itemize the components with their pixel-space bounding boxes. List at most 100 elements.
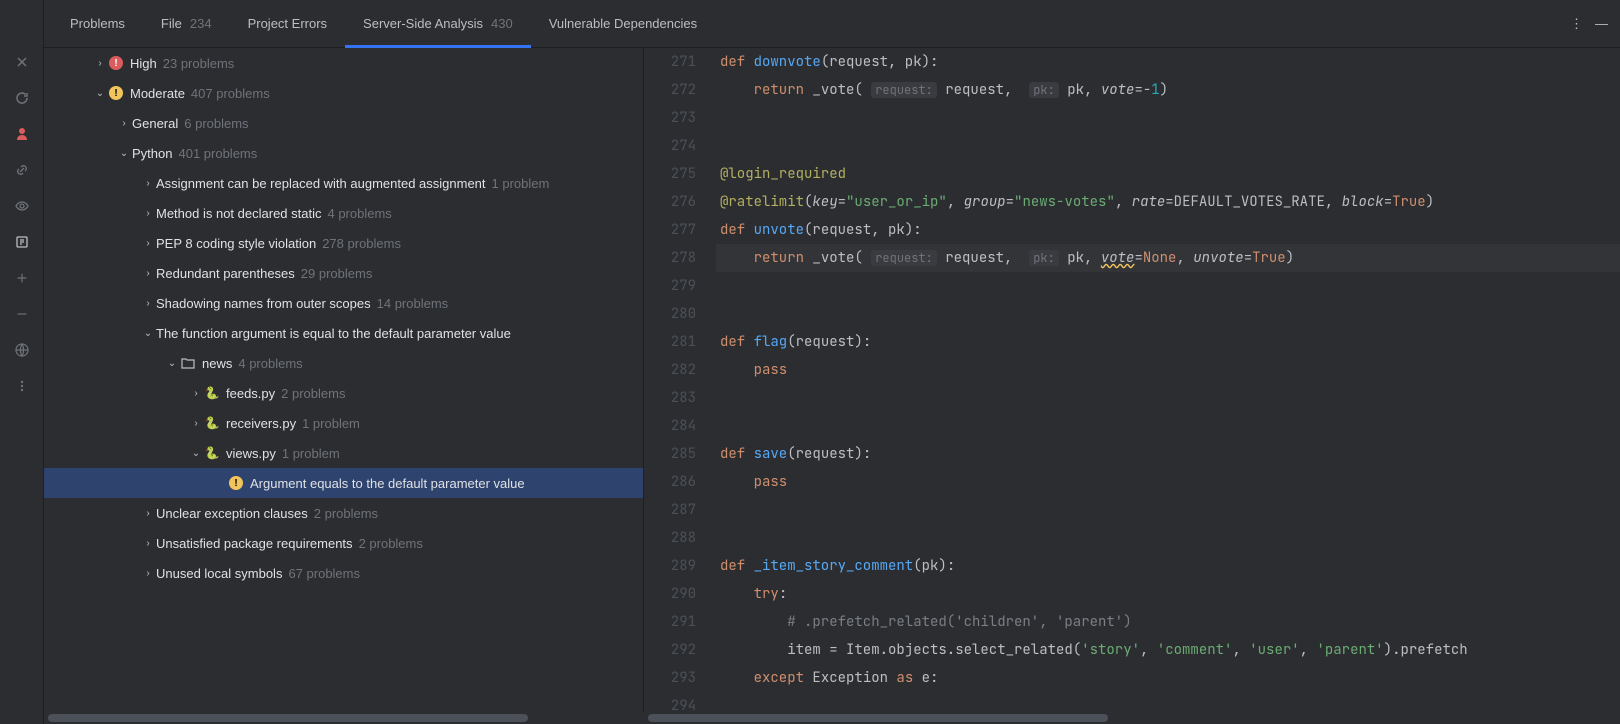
code-line[interactable]: def _item_story_comment(pk): bbox=[716, 552, 1620, 580]
tree-item[interactable]: ›Assignment can be replaced with augment… bbox=[44, 168, 643, 198]
tree-label: Assignment can be replaced with augmente… bbox=[156, 176, 486, 191]
code-line[interactable]: def downvote(request, pk): bbox=[716, 48, 1620, 76]
code-line[interactable] bbox=[716, 104, 1620, 132]
line-number: 274 bbox=[644, 132, 696, 160]
line-number: 281 bbox=[644, 328, 696, 356]
tree-item[interactable]: ›PEP 8 coding style violation278 problem… bbox=[44, 228, 643, 258]
minimize-icon[interactable]: — bbox=[1595, 16, 1608, 32]
chevron-right-icon[interactable]: › bbox=[140, 238, 156, 249]
tree-item[interactable]: ›Unclear exception clauses2 problems bbox=[44, 498, 643, 528]
line-number: 286 bbox=[644, 468, 696, 496]
chevron-right-icon[interactable]: › bbox=[140, 268, 156, 279]
code-line[interactable]: pass bbox=[716, 356, 1620, 384]
tree-item[interactable]: ›General6 problems bbox=[44, 108, 643, 138]
collapse-icon[interactable] bbox=[12, 304, 32, 324]
chevron-right-icon[interactable]: › bbox=[116, 118, 132, 129]
close-icon[interactable] bbox=[12, 52, 32, 72]
eye-icon[interactable] bbox=[12, 196, 32, 216]
code-line[interactable] bbox=[716, 272, 1620, 300]
line-number: 289 bbox=[644, 552, 696, 580]
tree-item[interactable]: ⌄news4 problems bbox=[44, 348, 643, 378]
code-line[interactable] bbox=[716, 384, 1620, 412]
code-line[interactable] bbox=[716, 692, 1620, 712]
code-line[interactable]: return _vote( request: request, pk: pk, … bbox=[716, 244, 1620, 272]
chevron-right-icon[interactable]: › bbox=[140, 208, 156, 219]
tab-problems[interactable]: Problems bbox=[52, 0, 143, 48]
line-number: 294 bbox=[644, 692, 696, 712]
tree-label: General bbox=[132, 116, 178, 131]
code-line[interactable]: def unvote(request, pk): bbox=[716, 216, 1620, 244]
tree-count: 278 problems bbox=[322, 236, 401, 251]
line-number: 280 bbox=[644, 300, 696, 328]
tab-file[interactable]: File234 bbox=[143, 0, 230, 48]
tree-scrollbar[interactable] bbox=[44, 712, 644, 724]
tree-label: Shadowing names from outer scopes bbox=[156, 296, 371, 311]
tree-item[interactable]: ›Shadowing names from outer scopes14 pro… bbox=[44, 288, 643, 318]
tree-item[interactable]: ›🐍receivers.py1 problem bbox=[44, 408, 643, 438]
tree-item[interactable]: ›Method is not declared static4 problems bbox=[44, 198, 643, 228]
tree-count: 401 problems bbox=[178, 146, 257, 161]
code-line[interactable] bbox=[716, 524, 1620, 552]
tab-count: 430 bbox=[491, 16, 513, 31]
chevron-right-icon[interactable]: › bbox=[140, 538, 156, 549]
code-line[interactable]: def save(request): bbox=[716, 440, 1620, 468]
more-icon[interactable] bbox=[12, 376, 32, 396]
tree-label: news bbox=[202, 356, 232, 371]
chevron-right-icon[interactable]: › bbox=[188, 418, 204, 429]
tree-item[interactable]: ›🐍feeds.py2 problems bbox=[44, 378, 643, 408]
tree-item[interactable]: ›Unsatisfied package requirements2 probl… bbox=[44, 528, 643, 558]
code-line[interactable]: return _vote( request: request, pk: pk, … bbox=[716, 76, 1620, 104]
link-icon[interactable] bbox=[12, 160, 32, 180]
tree-item[interactable]: ⌄🐍views.py1 problem bbox=[44, 438, 643, 468]
chevron-down-icon[interactable]: ⌄ bbox=[116, 148, 132, 159]
code-line[interactable]: try: bbox=[716, 580, 1620, 608]
code-line[interactable]: # .prefetch_related('children', 'parent'… bbox=[716, 608, 1620, 636]
tab-vulnerable-dependencies[interactable]: Vulnerable Dependencies bbox=[531, 0, 715, 48]
line-number: 278 bbox=[644, 244, 696, 272]
tree-item[interactable]: ⌄!Moderate407 problems bbox=[44, 78, 643, 108]
tree-item[interactable]: ⌄Python401 problems bbox=[44, 138, 643, 168]
code-line[interactable]: def flag(request): bbox=[716, 328, 1620, 356]
code-line[interactable] bbox=[716, 132, 1620, 160]
more-icon[interactable]: ⋮ bbox=[1570, 16, 1583, 32]
tree-item[interactable]: ›Unused local symbols67 problems bbox=[44, 558, 643, 588]
chevron-right-icon[interactable]: › bbox=[140, 178, 156, 189]
tab-server-side-analysis[interactable]: Server-Side Analysis430 bbox=[345, 0, 531, 48]
expand-icon[interactable] bbox=[12, 268, 32, 288]
code-line[interactable]: @login_required bbox=[716, 160, 1620, 188]
chevron-down-icon[interactable]: ⌄ bbox=[188, 448, 204, 459]
chevron-right-icon[interactable]: › bbox=[188, 388, 204, 399]
chevron-down-icon[interactable]: ⌄ bbox=[140, 328, 156, 339]
book-icon[interactable] bbox=[12, 232, 32, 252]
code-line[interactable]: pass bbox=[716, 468, 1620, 496]
code-scrollbar[interactable] bbox=[644, 712, 1620, 724]
tree-item[interactable]: ›!High23 problems bbox=[44, 48, 643, 78]
tree-count: 67 problems bbox=[288, 566, 360, 581]
code-line[interactable]: @ratelimit(key="user_or_ip", group="news… bbox=[716, 188, 1620, 216]
line-number: 287 bbox=[644, 496, 696, 524]
tree-count: 2 problems bbox=[281, 386, 345, 401]
chevron-right-icon[interactable]: › bbox=[92, 58, 108, 69]
tree-count: 29 problems bbox=[301, 266, 373, 281]
tree-item[interactable]: ›Redundant parentheses29 problems bbox=[44, 258, 643, 288]
chevron-right-icon[interactable]: › bbox=[140, 508, 156, 519]
tree-item[interactable]: !Argument equals to the default paramete… bbox=[44, 468, 643, 498]
line-number: 282 bbox=[644, 356, 696, 384]
user-icon[interactable] bbox=[12, 124, 32, 144]
refresh-icon[interactable] bbox=[12, 88, 32, 108]
globe-icon[interactable] bbox=[12, 340, 32, 360]
chevron-down-icon[interactable]: ⌄ bbox=[92, 88, 108, 99]
line-number: 271 bbox=[644, 48, 696, 76]
code-line[interactable] bbox=[716, 496, 1620, 524]
python-file-icon: 🐍 bbox=[204, 415, 220, 431]
code-line[interactable] bbox=[716, 300, 1620, 328]
line-number: 285 bbox=[644, 440, 696, 468]
tree-item[interactable]: ⌄The function argument is equal to the d… bbox=[44, 318, 643, 348]
chevron-right-icon[interactable]: › bbox=[140, 298, 156, 309]
chevron-down-icon[interactable]: ⌄ bbox=[164, 358, 180, 369]
code-line[interactable]: except Exception as e: bbox=[716, 664, 1620, 692]
tab-project-errors[interactable]: Project Errors bbox=[230, 0, 345, 48]
code-line[interactable]: item = Item.objects.select_related('stor… bbox=[716, 636, 1620, 664]
chevron-right-icon[interactable]: › bbox=[140, 568, 156, 579]
code-line[interactable] bbox=[716, 412, 1620, 440]
